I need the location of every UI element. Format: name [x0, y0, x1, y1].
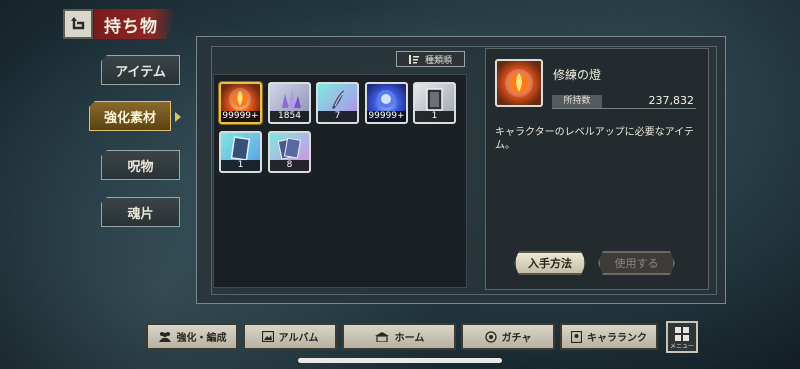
- tab-items[interactable]: アイテム: [101, 55, 180, 85]
- item-slot-feather-shard[interactable]: 7: [316, 82, 359, 124]
- stock-label: 所持数: [552, 95, 602, 108]
- nav-album[interactable]: アルバム: [243, 323, 337, 350]
- flame-orb-icon: [505, 69, 533, 97]
- rank-icon: [571, 330, 582, 343]
- detail-item-name: 修練の燈: [553, 68, 602, 82]
- sort-icon: [408, 54, 419, 64]
- party-icon: [158, 332, 171, 342]
- album-icon: [261, 331, 274, 342]
- item-slot-crystal-cluster[interactable]: 1854: [268, 82, 311, 124]
- tab-cursed-objects[interactable]: 呪物: [101, 150, 180, 180]
- item-quantity: 1: [415, 111, 454, 122]
- detail-item-image: [495, 59, 543, 107]
- item-quantity: 1: [221, 160, 260, 171]
- detail-description: キャラクターのレベルアップに必要なアイテム。: [495, 127, 694, 151]
- item-quantity: 1854: [270, 111, 309, 122]
- item-quantity: 99999+: [367, 111, 406, 122]
- item-quantity: 99999+: [221, 111, 260, 122]
- feather-shard-icon: [332, 90, 344, 109]
- back-button[interactable]: [63, 9, 93, 39]
- item-quantity: 7: [318, 111, 357, 122]
- nav-label: 強化・編成: [176, 333, 227, 344]
- page-title-bar: 持ち物: [94, 9, 176, 39]
- cyan-card-icon: [230, 136, 251, 161]
- gacha-icon: [484, 330, 497, 343]
- nav-label: キャラランク: [587, 333, 647, 344]
- item-slot-cyan-card[interactable]: 1: [219, 131, 262, 173]
- active-tab-indicator: [175, 112, 181, 122]
- tab-soul-fragments[interactable]: 魂片: [101, 197, 180, 227]
- item-slot-card-stack[interactable]: 8: [268, 131, 311, 173]
- nav-character-rank[interactable]: キャラランク: [560, 323, 658, 350]
- crystal-cluster-icon: [282, 89, 301, 108]
- nav-gacha[interactable]: ガチャ: [461, 323, 555, 350]
- blue-orb-icon: [377, 90, 395, 108]
- nav-label: ホーム: [394, 333, 425, 344]
- back-arrow-icon: [71, 17, 85, 30]
- page-title: 持ち物: [104, 16, 158, 37]
- flame-orb-icon: [229, 88, 251, 110]
- menu-label: メニュー: [669, 343, 694, 350]
- item-slot-flame-orb[interactable]: 99999+: [219, 82, 262, 124]
- menu-button[interactable]: メニュー: [666, 321, 698, 353]
- item-slot-silver-card[interactable]: 1: [413, 82, 456, 124]
- card-stack-icon: [277, 137, 302, 160]
- sort-button[interactable]: 種類順: [396, 51, 465, 67]
- use-button[interactable]: 使用する: [598, 251, 675, 275]
- sort-label: 種類順: [424, 55, 452, 66]
- item-quantity: 8: [270, 160, 309, 171]
- nav-enhance-formation[interactable]: 強化・編成: [146, 323, 238, 350]
- stock-value: 237,832: [648, 94, 695, 107]
- nav-label: アルバム: [278, 333, 319, 344]
- home-icon: [374, 332, 389, 342]
- item-slot-blue-orb[interactable]: 99999+: [365, 82, 408, 124]
- home-indicator[interactable]: [298, 358, 502, 363]
- detail-stock-row: 所持数 237,832: [552, 94, 696, 109]
- silver-card-icon: [426, 88, 443, 111]
- nav-label: ガチャ: [501, 333, 532, 344]
- acquire-method-button[interactable]: 入手方法: [514, 251, 586, 275]
- tab-materials[interactable]: 強化素材: [89, 101, 171, 131]
- nav-home[interactable]: ホーム: [342, 323, 456, 350]
